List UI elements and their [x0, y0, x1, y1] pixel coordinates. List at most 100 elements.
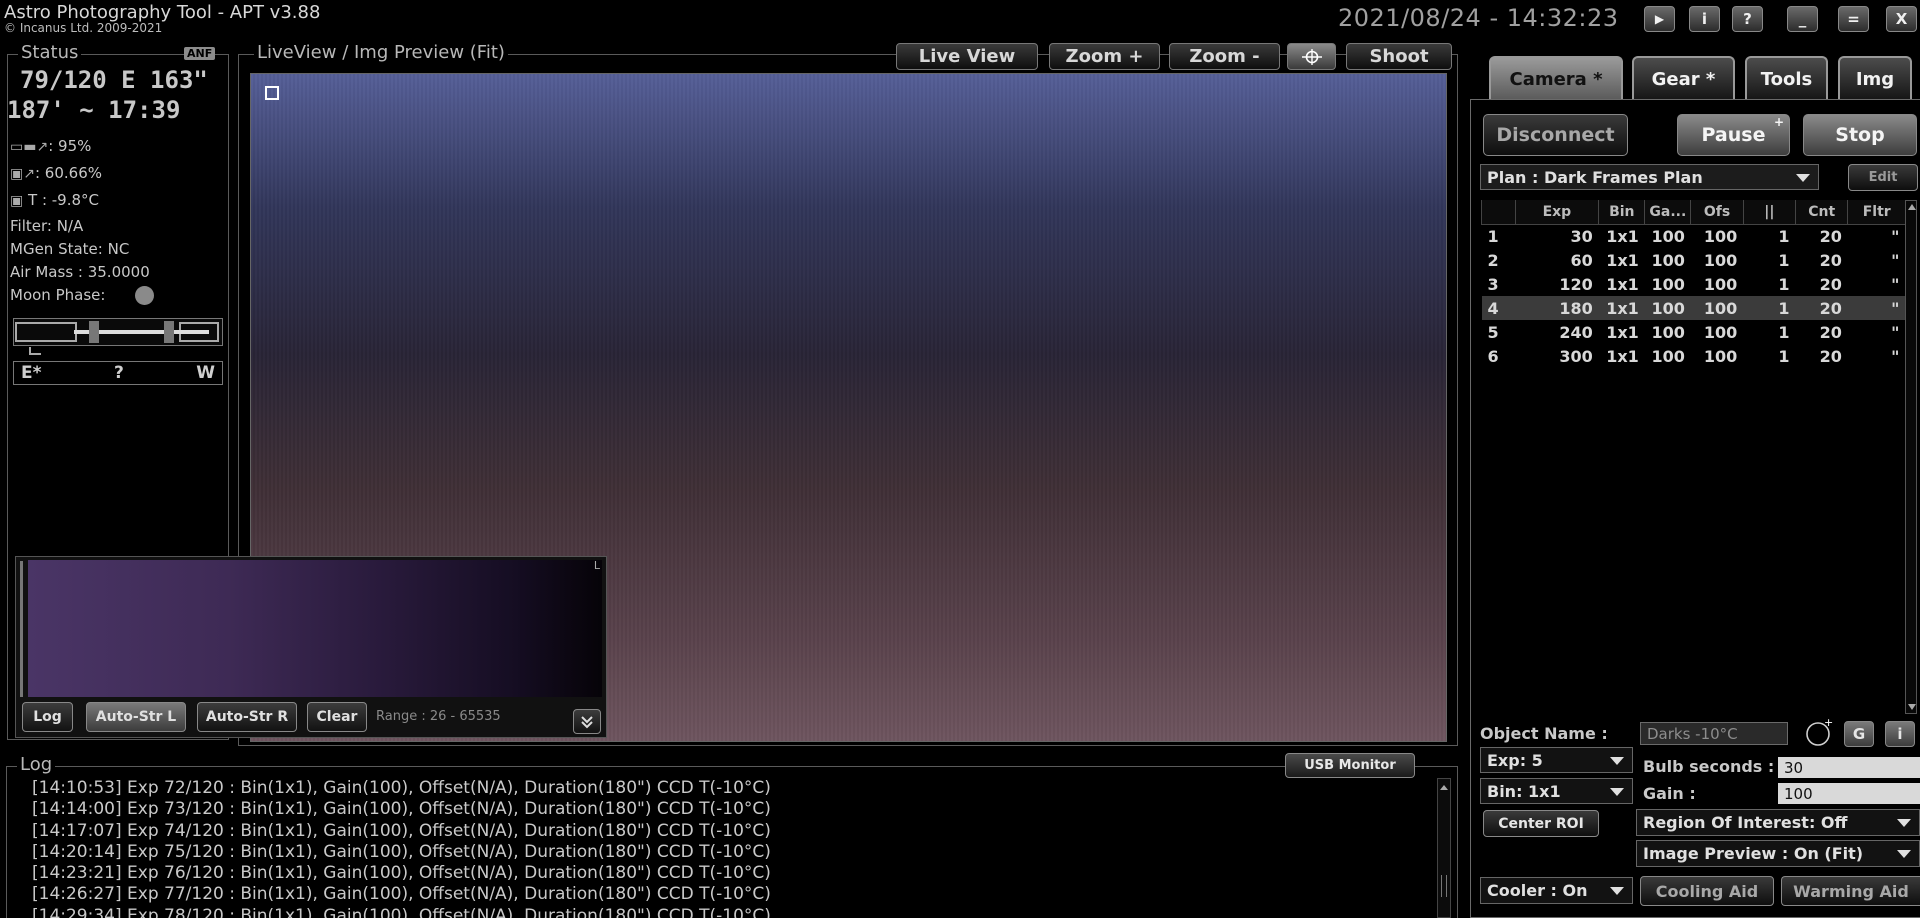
- liveview-title: LiveView / Img Preview (Fit): [254, 43, 508, 63]
- plan-scrollbar[interactable]: [1905, 200, 1917, 714]
- g-button[interactable]: G: [1844, 721, 1874, 747]
- gain-input[interactable]: 100: [1778, 783, 1920, 804]
- object-name-label: Object Name :: [1480, 724, 1608, 743]
- pause-plus-mark: +: [1773, 115, 1784, 129]
- table-row[interactable]: 2 60 1x1 100 100 1 20 ": [1482, 248, 1906, 272]
- exposure-select[interactable]: Exp: 5: [1480, 747, 1633, 773]
- edit-plan-button[interactable]: Edit: [1848, 164, 1918, 191]
- pause-button[interactable]: Pause +: [1677, 114, 1790, 156]
- east-label: E*: [21, 363, 42, 383]
- cooler-select-value: Cooler : On: [1487, 881, 1588, 900]
- plan-table: Exp Bin Ga... Ofs || Cnt Fltr 1 30 1x1 100 1…: [1481, 200, 1906, 368]
- chevron-down-icon: [1610, 788, 1624, 796]
- col-gain: Ga...: [1644, 200, 1692, 225]
- col-bin: Bin: [1598, 200, 1646, 225]
- log-line: [14:17:07] Exp 74/120 : Bin(1x1), Gain(1…: [32, 820, 771, 841]
- log-title: Log: [17, 755, 56, 775]
- auto-stretch-r-button[interactable]: Auto-Str R: [197, 702, 297, 732]
- col-filter: Fltr: [1847, 200, 1906, 225]
- table-row[interactable]: 5 240 1x1 100 100 1 20 ": [1482, 320, 1906, 344]
- temperature-status: ▣ T : -9.8°C: [10, 191, 100, 209]
- clear-button[interactable]: Clear: [307, 702, 367, 732]
- shoot-button[interactable]: Shoot: [1346, 43, 1452, 70]
- table-row-selected[interactable]: 4 180 1x1 100 100 1 20 ": [1481, 296, 1906, 320]
- chevron-down-icon: [1897, 819, 1911, 827]
- pause-label: Pause: [1701, 124, 1766, 146]
- object-target-button[interactable]: +: [1802, 716, 1834, 746]
- cooler-select[interactable]: Cooler : On: [1480, 877, 1633, 904]
- log-scrollbar[interactable]: [1437, 778, 1451, 918]
- log-line: [14:29:34] Exp 78/120 : Bin(1x1), Gain(1…: [32, 905, 771, 918]
- air-mass: Air Mass : 35.0000: [10, 263, 150, 281]
- table-row[interactable]: 3 120 1x1 100 100 1 20 ": [1482, 272, 1906, 296]
- plan-select[interactable]: Plan : Dark Frames Plan: [1480, 164, 1819, 190]
- col-index: [1481, 200, 1516, 225]
- tab-img[interactable]: Img: [1838, 56, 1912, 100]
- tab-gear[interactable]: Gear *: [1632, 56, 1735, 100]
- copyright-text: © Incanus Ltd. 2009-2021: [4, 21, 163, 35]
- west-label: W: [196, 363, 215, 383]
- mgen-status: MGen State: NC: [10, 240, 130, 258]
- close-button[interactable]: X: [1886, 6, 1917, 32]
- svg-text:+: +: [1824, 718, 1833, 729]
- humidity-status: ▣↗: 60.66%: [10, 164, 102, 182]
- stop-button[interactable]: Stop: [1803, 114, 1917, 156]
- log-button[interactable]: Log: [22, 702, 73, 732]
- roi-marker[interactable]: [265, 86, 279, 100]
- auto-stretch-l-button[interactable]: Auto-Str L: [86, 702, 186, 732]
- help-button[interactable]: ?: [1732, 6, 1763, 32]
- chevron-down-icon: [1897, 850, 1911, 858]
- expand-button[interactable]: [573, 709, 601, 734]
- image-preview-select-value: Image Preview : On (Fit): [1643, 844, 1864, 863]
- battery-status: ▭▬↗: 95%: [10, 137, 92, 155]
- table-row[interactable]: 6 300 1x1 100 100 1 20 ": [1482, 344, 1906, 368]
- clock-display: 2021/08/24 - 14:32:23: [1338, 4, 1619, 32]
- tab-tools[interactable]: Tools: [1745, 56, 1828, 100]
- roi-select[interactable]: Region Of Interest: Off: [1636, 809, 1920, 836]
- log-list: [14:10:53] Exp 72/120 : Bin(1x1), Gain(1…: [32, 778, 1432, 918]
- minimize-button[interactable]: _: [1787, 6, 1818, 32]
- scroll-up-icon: [1440, 785, 1448, 790]
- object-name-input[interactable]: Darks -10°C: [1640, 722, 1788, 745]
- crosshair-button[interactable]: [1287, 43, 1336, 70]
- tab-camera[interactable]: Camera *: [1489, 56, 1623, 100]
- usb-monitor-button[interactable]: USB Monitor: [1285, 753, 1415, 778]
- pointing-readout: 187' ~ 17:39: [7, 96, 181, 124]
- binning-select[interactable]: Bin: 1x1: [1480, 778, 1633, 804]
- histogram-plot: [28, 560, 602, 697]
- col-pause: ||: [1742, 200, 1797, 225]
- moon-phase-icon: [135, 286, 154, 305]
- histogram-channel: L: [593, 559, 600, 572]
- histogram-left-marker[interactable]: [20, 561, 23, 697]
- zoom-in-button[interactable]: Zoom +: [1049, 43, 1160, 70]
- center-roi-button[interactable]: Center ROI: [1483, 810, 1599, 837]
- mount-corner-marker: [29, 347, 41, 355]
- disconnect-button[interactable]: Disconnect: [1483, 114, 1628, 156]
- cooling-aid-button[interactable]: Cooling Aid: [1640, 876, 1774, 906]
- table-row[interactable]: 1 30 1x1 100 100 1 20 ": [1482, 224, 1906, 248]
- info-small-button[interactable]: i: [1885, 721, 1915, 747]
- log-line: [14:14:00] Exp 73/120 : Bin(1x1), Gain(1…: [32, 799, 771, 820]
- info-button[interactable]: i: [1689, 6, 1720, 32]
- zoom-out-button[interactable]: Zoom -: [1169, 43, 1280, 70]
- unknown-label: ?: [113, 363, 124, 383]
- exposure-select-value: Exp: 5: [1487, 750, 1543, 770]
- binning-select-value: Bin: 1x1: [1487, 781, 1561, 801]
- log-line: [14:20:14] Exp 75/120 : Bin(1x1), Gain(1…: [32, 841, 771, 862]
- anf-tag: ANF: [184, 47, 216, 60]
- play-button[interactable]: ▶: [1644, 6, 1675, 32]
- scroll-thumb[interactable]: [1441, 875, 1447, 897]
- info-icon: i: [1701, 10, 1708, 28]
- roi-select-value: Region Of Interest: Off: [1643, 813, 1848, 832]
- camera-icon: ▣: [10, 193, 24, 209]
- col-count: Cnt: [1795, 200, 1849, 225]
- bulb-seconds-input[interactable]: 30: [1778, 757, 1920, 778]
- live-view-button[interactable]: Live View: [896, 43, 1038, 70]
- plan-select-value: Plan : Dark Frames Plan: [1487, 167, 1703, 187]
- warming-aid-button[interactable]: Warming Aid: [1781, 876, 1920, 906]
- maximize-button[interactable]: =: [1838, 6, 1869, 32]
- image-preview-select[interactable]: Image Preview : On (Fit): [1636, 840, 1920, 867]
- target-circle-icon: +: [1806, 716, 1833, 746]
- chevron-down-icon: [1610, 887, 1624, 895]
- chevron-down-icon: [1610, 757, 1624, 765]
